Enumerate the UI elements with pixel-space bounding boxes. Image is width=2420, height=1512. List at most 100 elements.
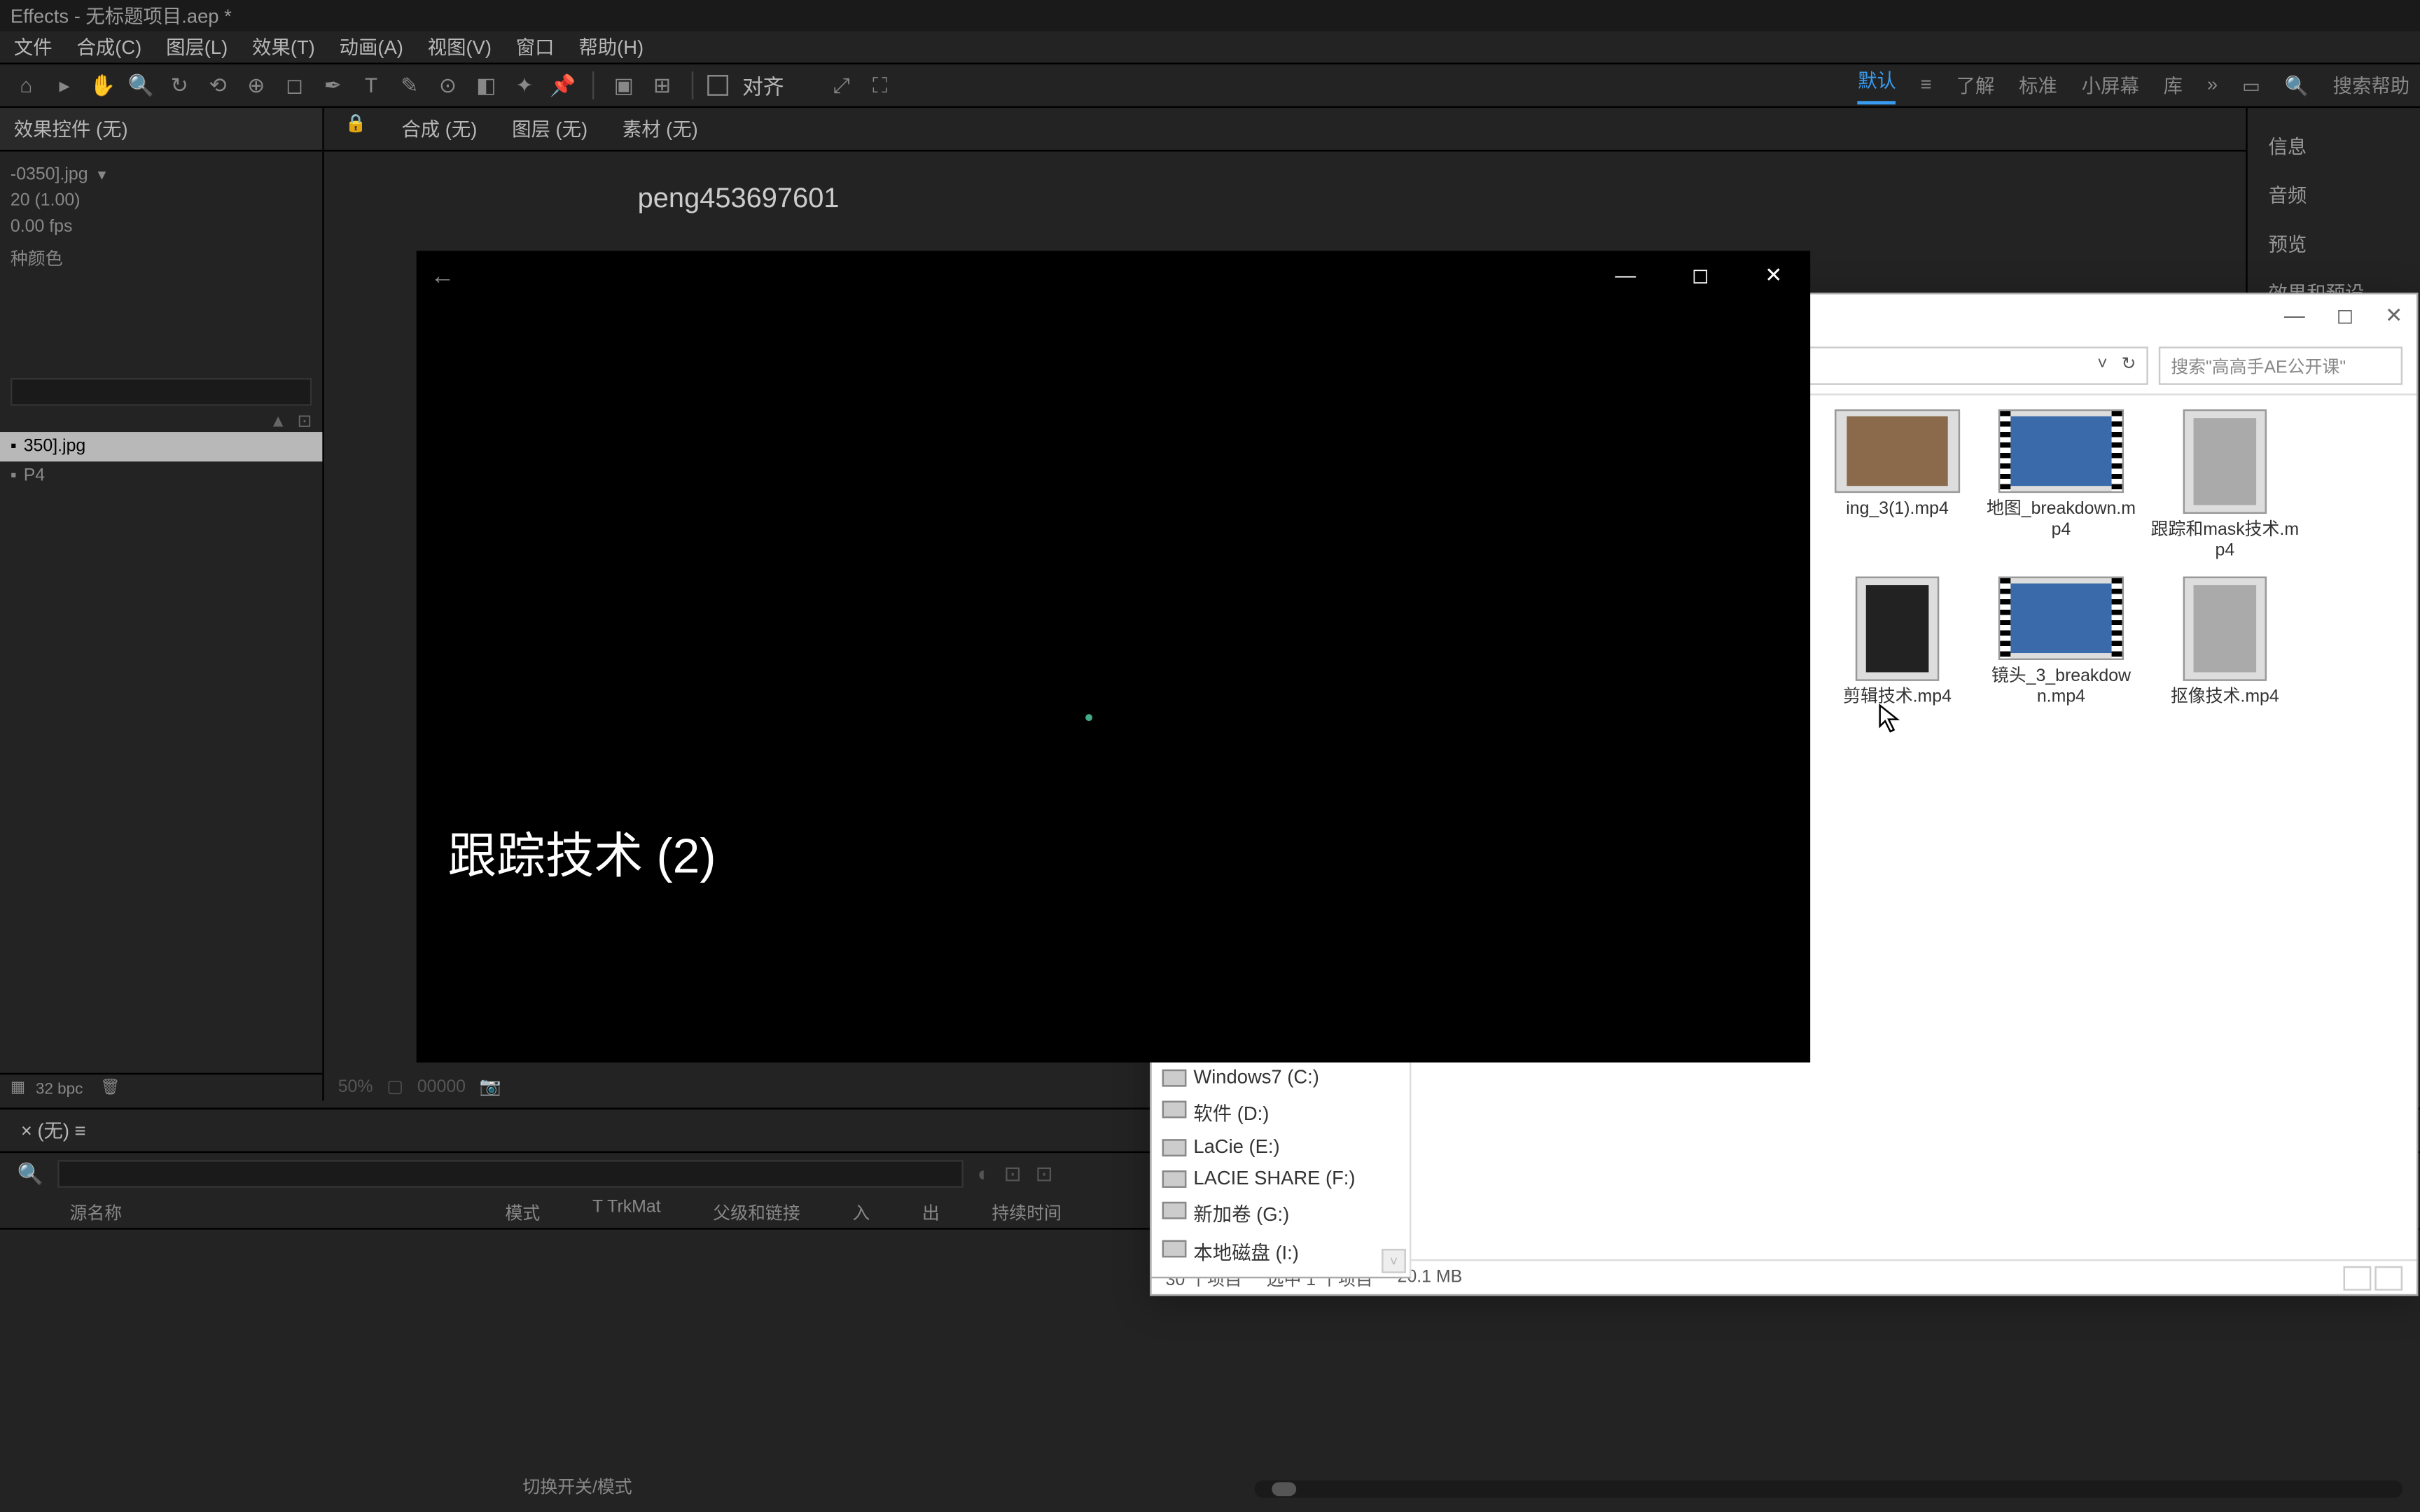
workspace-menu-icon[interactable]: ≡: [1921, 75, 1932, 96]
search-icon[interactable]: 🔍: [2285, 74, 2309, 97]
project-item-1[interactable]: ▪ 350].jpg: [0, 432, 322, 461]
new-comp-icon[interactable]: ▦: [11, 1078, 25, 1097]
menu-effect[interactable]: 效果(T): [252, 33, 315, 61]
stamp-tool-icon[interactable]: ⊙: [432, 70, 464, 102]
effect-controls-tab[interactable]: 效果控件 (无): [0, 108, 322, 151]
menu-view[interactable]: 视图(V): [428, 33, 492, 61]
roto-tool-icon[interactable]: ✦: [509, 70, 541, 102]
file-item[interactable]: 跟踪和mask技术.mp4: [2148, 410, 2302, 563]
workspace-learn[interactable]: 了解: [1956, 71, 1995, 99]
viewer-time[interactable]: 00000: [417, 1078, 466, 1097]
eraser-tool-icon[interactable]: ◧: [471, 70, 502, 102]
search-help[interactable]: 搜索帮助: [2333, 71, 2409, 99]
workspace-more-icon[interactable]: »: [2207, 75, 2218, 96]
workspace-standard[interactable]: 标准: [2019, 71, 2057, 99]
col-source[interactable]: 源名称: [70, 1205, 123, 1224]
timeline-search-input[interactable]: [57, 1160, 964, 1188]
bpc-label[interactable]: 32 bpc: [36, 1079, 83, 1096]
brush-tool-icon[interactable]: ✎: [394, 70, 425, 102]
timeline-scrollbar[interactable]: [1254, 1480, 2402, 1498]
hand-tool-icon[interactable]: ✋: [87, 70, 118, 102]
timeline-tab[interactable]: × (无) ≡: [21, 1116, 86, 1144]
player-video-area[interactable]: 跟踪技术 (2): [417, 300, 1810, 1063]
home-icon[interactable]: ⌂: [11, 70, 42, 102]
refresh-icon[interactable]: ↻: [2122, 356, 2136, 374]
menu-layer[interactable]: 图层(L): [166, 33, 228, 61]
project-sort-icon[interactable]: ▲: [270, 413, 287, 432]
panel-preview[interactable]: 预览: [2262, 220, 2407, 269]
menu-window[interactable]: 窗口: [516, 33, 555, 61]
player-back-icon[interactable]: ←: [431, 261, 455, 289]
view-details-icon[interactable]: [2344, 1266, 2372, 1290]
explorer-minimize-icon[interactable]: —: [2284, 303, 2305, 328]
explorer-close-icon[interactable]: ✕: [2385, 303, 2402, 328]
col-out[interactable]: 出: [922, 1198, 940, 1224]
mesh-tool-icon[interactable]: ⊞: [646, 70, 678, 102]
drive-item[interactable]: 新加卷 (G:): [1152, 1195, 1410, 1233]
workspace-lib[interactable]: 库: [2164, 71, 2183, 99]
selection-tool-icon[interactable]: ▸: [49, 70, 81, 102]
type-tool-icon[interactable]: T: [356, 70, 387, 102]
col-trkmat[interactable]: T TrkMat: [592, 1198, 661, 1224]
pen-tool-icon[interactable]: ✒: [317, 70, 349, 102]
viewer-res-icon[interactable]: ▢: [387, 1078, 403, 1097]
toggle-switches[interactable]: 切换开关/模式: [522, 1471, 632, 1497]
menu-anim[interactable]: 动画(A): [340, 33, 403, 61]
workspace-default[interactable]: 默认: [1858, 66, 1896, 105]
timeline-btn3-icon[interactable]: ⊡: [1036, 1162, 1053, 1186]
snap-icon[interactable]: ⤢: [826, 70, 857, 102]
viewer-zoom[interactable]: 50%: [338, 1078, 373, 1097]
drive-item[interactable]: 本地磁盘 (I:): [1152, 1233, 1410, 1272]
orbit-tool-icon[interactable]: ↻: [164, 70, 195, 102]
drive-item[interactable]: LACIE SHARE (F:): [1152, 1163, 1410, 1195]
project-item-2[interactable]: ▪ P4: [0, 461, 322, 491]
player-close-icon[interactable]: ✕: [1751, 256, 1796, 295]
file-item[interactable]: 地图_breakdown.mp4: [1984, 410, 2138, 563]
menu-file[interactable]: 文件: [14, 33, 53, 61]
menu-comp[interactable]: 合成(C): [76, 33, 141, 61]
tab-layer[interactable]: 图层 (无): [512, 115, 587, 143]
viewer-camera-icon[interactable]: 📷: [480, 1078, 501, 1097]
timeline-btn1-icon[interactable]: ◐: [978, 1162, 990, 1186]
explorer-maximize-icon[interactable]: ◻: [2336, 303, 2353, 328]
project-flow-icon[interactable]: ⊡: [297, 413, 312, 432]
file-item[interactable]: 抠像技术.mp4: [2148, 577, 2302, 709]
file-item[interactable]: 剪辑技术.mp4: [1821, 577, 1974, 709]
lock-icon[interactable]: 🔒: [345, 115, 367, 143]
puppet-tool-icon[interactable]: 📌: [547, 70, 578, 102]
tab-composition[interactable]: 合成 (无): [401, 115, 477, 143]
drive-item[interactable]: Windows7 (C:): [1152, 1063, 1410, 1094]
file-item[interactable]: 镜头_3_breakdown.mp4: [1984, 577, 2138, 709]
project-search[interactable]: [11, 378, 312, 406]
col-in[interactable]: 入: [852, 1198, 870, 1224]
workspace-badge-icon[interactable]: ▭: [2242, 74, 2260, 97]
footage-name[interactable]: -0350].jpg▼: [11, 162, 312, 188]
zoom-tool-icon[interactable]: 🔍: [125, 70, 157, 102]
explorer-search[interactable]: 搜索"高高手AE公开课": [2159, 346, 2402, 384]
tree-scroll-down-icon[interactable]: ˅: [1382, 1249, 1406, 1273]
view-icons-icon[interactable]: [2374, 1266, 2402, 1290]
anchor-tool-icon[interactable]: ⊕: [240, 70, 272, 102]
col-dur[interactable]: 持续时间: [992, 1198, 1062, 1224]
timeline-search-icon[interactable]: 🔍: [18, 1162, 43, 1186]
panel-info[interactable]: 信息: [2262, 122, 2407, 171]
address-dropdown-icon[interactable]: ˅: [2097, 356, 2108, 374]
align-checkbox[interactable]: [707, 75, 728, 96]
project-panel[interactable]: ▪ 350].jpg ▪ P4: [0, 432, 322, 1073]
trash-icon[interactable]: 🗑: [100, 1078, 120, 1097]
player-minimize-icon[interactable]: —: [1601, 256, 1650, 295]
menu-help[interactable]: 帮助(H): [578, 33, 644, 61]
shape-tool-icon[interactable]: ◻: [279, 70, 310, 102]
col-mode[interactable]: 模式: [506, 1198, 541, 1224]
panel-audio[interactable]: 音频: [2262, 171, 2407, 220]
file-item[interactable]: ing_3(1).mp4: [1821, 410, 1974, 563]
player-maximize-icon[interactable]: ◻: [1678, 256, 1723, 295]
col-parent[interactable]: 父级和链接: [713, 1198, 800, 1224]
drive-item[interactable]: LaCie (E:): [1152, 1132, 1410, 1163]
workspace-small[interactable]: 小屏幕: [2082, 71, 2139, 99]
tab-footage[interactable]: 素材 (无): [623, 115, 698, 143]
drive-item[interactable]: 软件 (D:): [1152, 1094, 1410, 1133]
timeline-btn2-icon[interactable]: ⊡: [1004, 1162, 1022, 1186]
mask-tool-icon[interactable]: ▣: [608, 70, 639, 102]
rotate-tool-icon[interactable]: ⟲: [202, 70, 234, 102]
